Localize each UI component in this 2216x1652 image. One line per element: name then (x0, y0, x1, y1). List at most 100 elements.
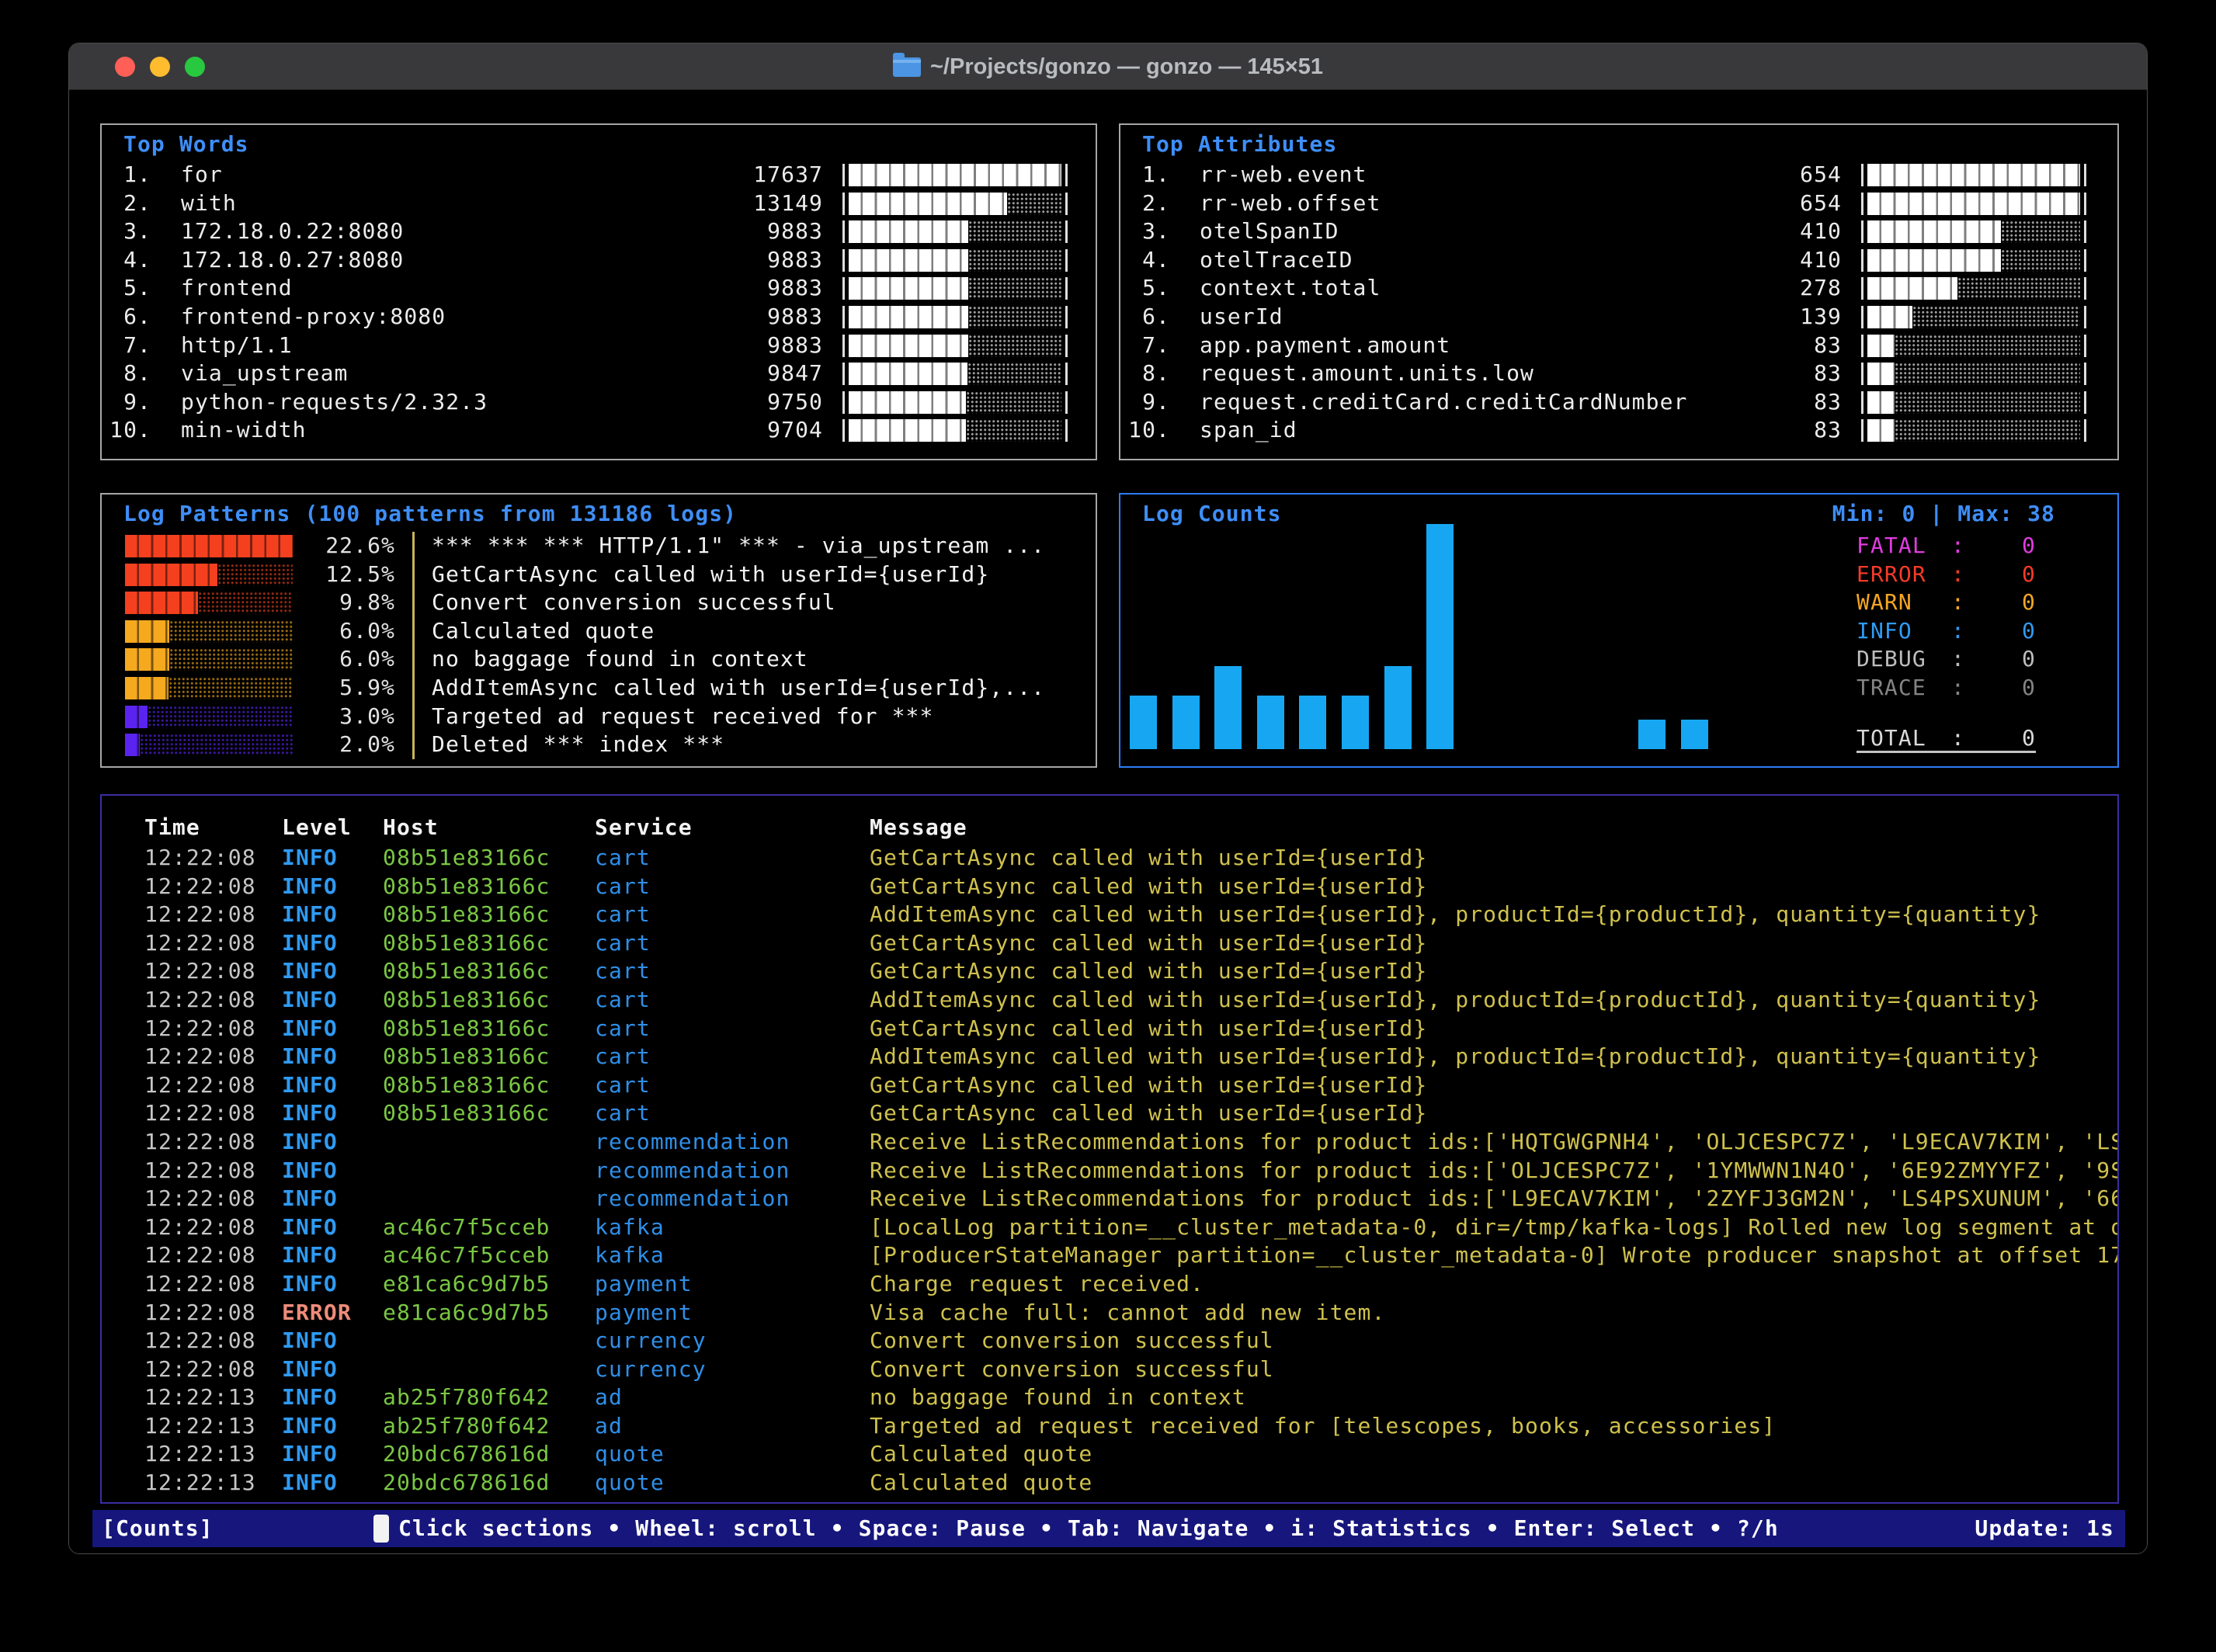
top-attribute-row: 5. context.total 278 (1120, 274, 2117, 303)
log-row[interactable]: 12:22:13 INFO 20bdc678616d quote Calcula… (102, 1440, 2117, 1469)
log-level: INFO (282, 1469, 338, 1498)
attribute-count: 654 (1664, 189, 1842, 218)
panel-log-patterns[interactable]: Log Patterns (100 patterns from 131186 l… (100, 493, 1097, 768)
window-title: ~/Projects/gonzo — gonzo — 145×51 (930, 54, 1323, 80)
log-row[interactable]: 12:22:08 INFO recommendation Receive Lis… (102, 1185, 2117, 1213)
attribute-label: otelTraceID (1200, 246, 1353, 275)
log-time: 12:22:13 (144, 1440, 256, 1469)
log-time: 12:22:13 (144, 1412, 256, 1441)
log-row[interactable]: 12:22:08 INFO 08b51e83166c cart AddItemA… (102, 986, 2117, 1015)
header-message: Message (870, 814, 2117, 842)
log-row[interactable]: 12:22:08 INFO 08b51e83166c cart AddItemA… (102, 1043, 2117, 1071)
count-bar (1214, 666, 1242, 749)
log-row[interactable]: 12:22:13 INFO ab25f780f642 ad Targeted a… (102, 1412, 2117, 1441)
log-row[interactable]: 12:22:13 INFO ab25f780f642 ad no baggage… (102, 1383, 2117, 1412)
log-message: no baggage found in context (870, 1383, 2117, 1412)
pattern-percent: 2.0% (304, 731, 395, 759)
log-level: INFO (282, 1099, 338, 1128)
log-service: cart (595, 1071, 651, 1100)
log-message: Calculated quote (870, 1469, 2117, 1498)
rank-label: 3. (102, 217, 151, 246)
pattern-row: 9.8% Convert conversion successful (102, 588, 1096, 617)
count-bar (1130, 696, 1157, 749)
colon: : (1951, 617, 1965, 646)
log-level: INFO (282, 1015, 338, 1043)
word-label: via_upstream (181, 359, 349, 388)
log-row[interactable]: 12:22:08 INFO 08b51e83166c cart GetCartA… (102, 1015, 2117, 1043)
log-time: 12:22:08 (144, 1270, 256, 1299)
log-level: INFO (282, 844, 338, 873)
top-attribute-row: 2. rr-web.offset 654 (1120, 189, 2117, 218)
log-message: GetCartAsync called with userId={userId} (870, 1015, 2117, 1043)
log-time: 12:22:08 (144, 986, 256, 1015)
word-label: with (181, 189, 237, 218)
attribute-count: 278 (1664, 274, 1842, 303)
pattern-bar (125, 620, 293, 643)
word-bar (842, 306, 1068, 328)
log-row[interactable]: 12:22:08 INFO 08b51e83166c cart AddItemA… (102, 901, 2117, 929)
log-service: cart (595, 873, 651, 901)
rank-label: 4. (102, 246, 151, 275)
log-row[interactable]: 12:22:08 INFO 08b51e83166c cart GetCartA… (102, 957, 2117, 986)
top-attribute-row: 10. span_id 83 (1120, 416, 2117, 445)
log-row[interactable]: 12:22:08 INFO currency Convert conversio… (102, 1327, 2117, 1355)
log-row[interactable]: 12:22:08 INFO ac46c7f5cceb kafka [LocalL… (102, 1213, 2117, 1242)
log-level: INFO (282, 1043, 338, 1071)
severity-legend: FATAL : 0 ERROR : 0 WARN : (1857, 532, 2036, 703)
log-message: AddItemAsync called with userId={userId}… (870, 986, 2117, 1015)
log-row[interactable]: 12:22:08 INFO 08b51e83166c cart GetCartA… (102, 873, 2117, 901)
folder-icon (893, 57, 921, 77)
log-row[interactable]: 12:22:08 INFO recommendation Receive Lis… (102, 1157, 2117, 1185)
colon: : (1951, 674, 1965, 703)
pattern-text: GetCartAsync called with userId={userId} (432, 560, 989, 589)
log-message: Convert conversion successful (870, 1355, 2117, 1384)
attribute-bar (1861, 277, 2086, 300)
attribute-label: rr-web.offset (1200, 189, 1381, 218)
severity-label: ERROR (1857, 560, 1951, 589)
pattern-row: 22.6% *** *** *** HTTP/1.1" *** - via_up… (102, 532, 1096, 560)
word-bar (842, 164, 1068, 186)
log-row[interactable]: 12:22:08 INFO ac46c7f5cceb kafka [Produc… (102, 1241, 2117, 1270)
log-row[interactable]: 12:22:08 INFO 08b51e83166c cart GetCartA… (102, 1099, 2117, 1128)
log-host: e81ca6c9d7b5 (383, 1270, 551, 1299)
count-bar (1384, 666, 1412, 749)
log-row[interactable]: 12:22:08 INFO recommendation Receive Lis… (102, 1128, 2117, 1157)
header-level: Level (282, 814, 352, 842)
count-bar (1342, 696, 1369, 749)
log-row[interactable]: 12:22:08 INFO currency Convert conversio… (102, 1355, 2117, 1384)
log-row[interactable]: 12:22:08 INFO 08b51e83166c cart GetCartA… (102, 929, 2117, 958)
attribute-bar (1861, 193, 2086, 215)
log-level: INFO (282, 1157, 338, 1185)
total-count: 0 (2022, 724, 2036, 753)
pattern-text: Calculated quote (432, 617, 655, 646)
log-row[interactable]: 12:22:08 INFO e81ca6c9d7b5 payment Charg… (102, 1270, 2117, 1299)
status-mode: [Counts] (102, 1510, 214, 1547)
pattern-text: Deleted *** index *** (432, 731, 724, 759)
panel-log-counts[interactable]: Log Counts Min: 0 | Max: 38 FATAL : 0 ER… (1119, 493, 2119, 768)
panel-log-table[interactable]: Time Level Host Service Message 12:22:08… (100, 794, 2119, 1504)
log-level: INFO (282, 1213, 338, 1242)
log-row[interactable]: 12:22:08 INFO 08b51e83166c cart GetCartA… (102, 844, 2117, 873)
attribute-count: 83 (1664, 388, 1842, 417)
log-time: 12:22:08 (144, 1128, 256, 1157)
status-hints: Click sections • Wheel: scroll • Space: … (398, 1510, 1779, 1547)
count-bar (1681, 720, 1708, 749)
word-label: 172.18.0.22:8080 (181, 217, 404, 246)
panel-top-attributes[interactable]: Top Attributes 1. rr-web.event 654 2. (1119, 123, 2119, 460)
log-row[interactable]: 12:22:08 ERROR e81ca6c9d7b5 payment Visa… (102, 1299, 2117, 1328)
top-attribute-row: 9. request.creditCard.creditCardNumber 8… (1120, 388, 2117, 417)
attribute-bar (1861, 220, 2086, 243)
log-row[interactable]: 12:22:13 INFO 20bdc678616d quote Calcula… (102, 1469, 2117, 1498)
panel-title: Top Attributes (1142, 131, 1337, 157)
pattern-row: 12.5% GetCartAsync called with userId={u… (102, 560, 1096, 589)
log-service: cart (595, 1043, 651, 1071)
log-host: ac46c7f5cceb (383, 1213, 551, 1242)
attribute-count: 654 (1664, 161, 1842, 189)
word-count: 9883 (645, 303, 823, 331)
top-word-row: 5. frontend 9883 (102, 274, 1096, 303)
log-time: 12:22:08 (144, 901, 256, 929)
log-row[interactable]: 12:22:08 INFO 08b51e83166c cart GetCartA… (102, 1071, 2117, 1100)
pattern-bar (125, 706, 293, 728)
panel-title: Log Counts (1142, 501, 1282, 526)
panel-top-words[interactable]: Top Words 1. for 17637 2. with (100, 123, 1097, 460)
